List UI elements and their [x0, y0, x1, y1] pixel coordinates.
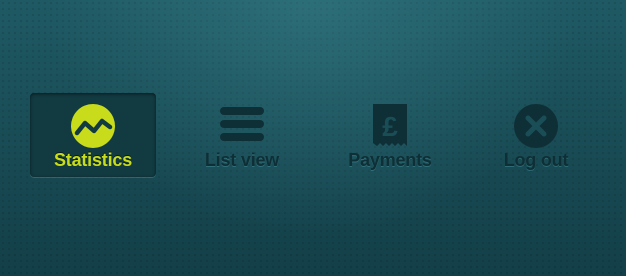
- nav-item-statistics[interactable]: Statistics: [30, 93, 156, 177]
- nav-item-log-out[interactable]: Log out: [480, 93, 592, 177]
- nav-label-list-view: List view: [204, 150, 280, 170]
- app-background: Statistics List view £ Payments Log out: [0, 0, 626, 276]
- pound-receipt-icon: £: [367, 103, 413, 149]
- nav-label-log-out: Log out: [503, 150, 569, 170]
- chart-line-circle-icon: [70, 103, 116, 149]
- svg-text:£: £: [382, 111, 398, 142]
- nav-label-payments: Payments: [348, 150, 432, 170]
- nav-item-payments[interactable]: £ Payments: [330, 93, 450, 177]
- list-bars-icon: [219, 103, 265, 149]
- main-nav: Statistics List view £ Payments Log out: [30, 93, 600, 177]
- close-circle-icon: [513, 103, 559, 149]
- nav-item-list-view[interactable]: List view: [182, 93, 302, 177]
- nav-label-statistics: Statistics: [53, 150, 133, 170]
